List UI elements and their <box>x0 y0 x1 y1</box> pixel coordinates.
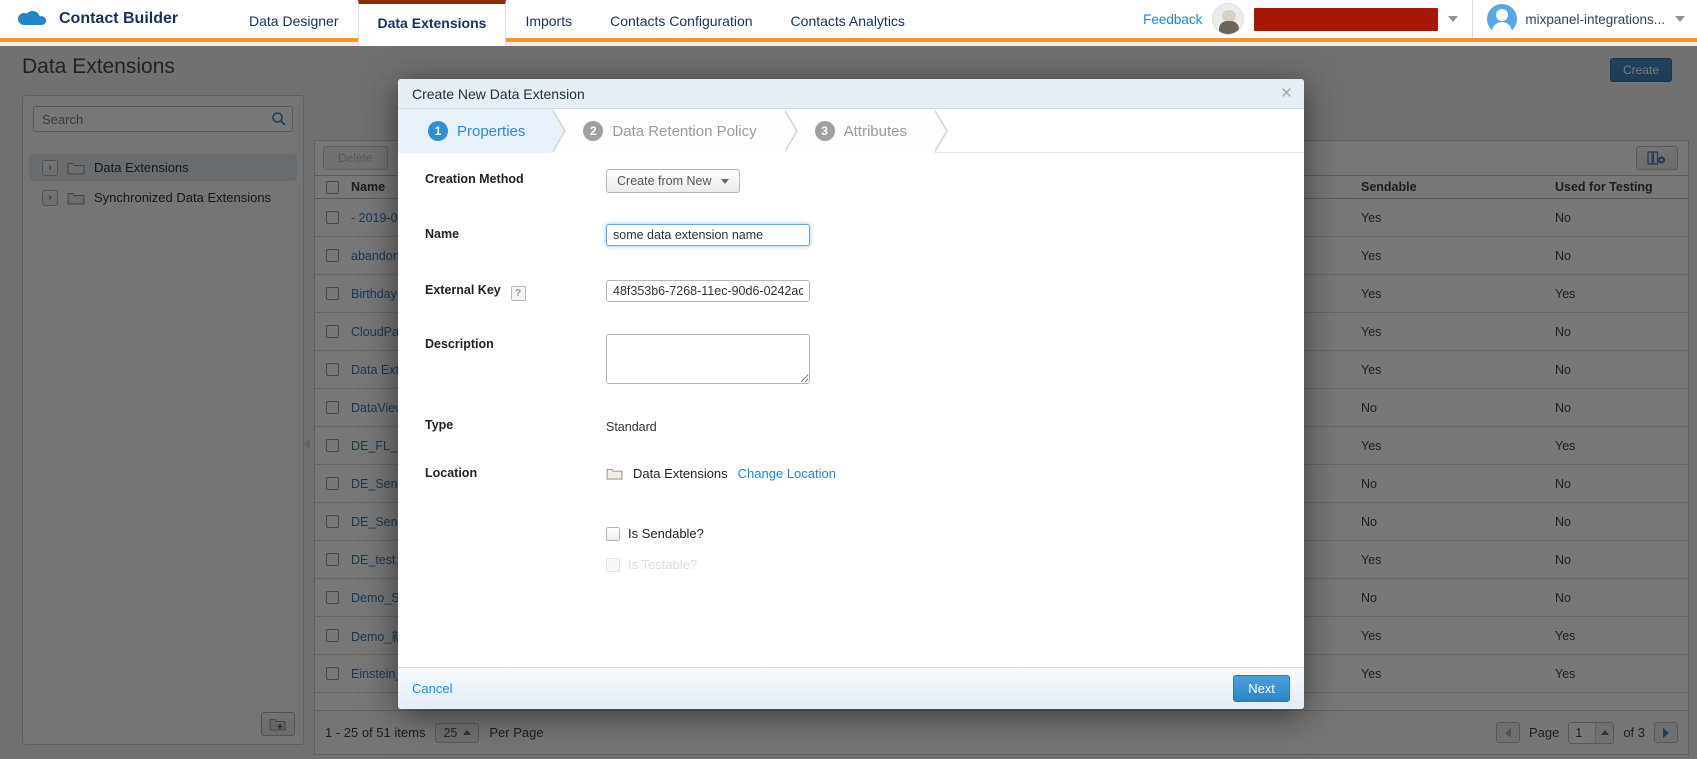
creation-method-dropdown[interactable]: Create from New <box>606 169 740 193</box>
name-input[interactable] <box>606 224 810 246</box>
creation-method-value: Create from New <box>617 174 711 188</box>
user-menu[interactable]: mixpanel-integrations... <box>1487 4 1665 34</box>
create-data-extension-modal: Create New Data Extension 1 Properties 2… <box>398 79 1304 709</box>
is-testable-checkbox <box>606 558 620 572</box>
nav-tabs: Data Designer Data Extensions Imports Co… <box>230 0 924 38</box>
tab-contacts-configuration[interactable]: Contacts Configuration <box>591 0 771 38</box>
step-label: Attributes <box>844 123 907 140</box>
cloud-logo-icon <box>14 7 50 31</box>
user-chevron-down-icon[interactable] <box>1675 16 1685 22</box>
redacted-account-block <box>1254 8 1438 31</box>
is-sendable-row: Is Sendable? <box>606 526 704 541</box>
cancel-button[interactable]: Cancel <box>412 681 452 696</box>
folder-icon <box>606 467 623 480</box>
top-nav: Contact Builder Data Designer Data Exten… <box>0 0 1697 42</box>
step-number: 1 <box>428 121 448 141</box>
step-data-retention-policy[interactable]: 2 Data Retention Policy <box>553 109 784 153</box>
tab-data-designer[interactable]: Data Designer <box>230 0 358 38</box>
type-value: Standard <box>606 420 657 434</box>
modal-footer: Cancel Next <box>398 667 1304 709</box>
is-sendable-checkbox[interactable] <box>606 527 620 541</box>
change-location-link[interactable]: Change Location <box>738 466 836 481</box>
nav-right: Feedback mixpanel-integrations... <box>1143 0 1697 38</box>
wizard-steps: 1 Properties 2 Data Retention Policy 3 A… <box>398 109 1304 153</box>
description-textarea[interactable] <box>606 334 810 384</box>
step-attributes[interactable]: 3 Attributes <box>785 109 935 153</box>
is-testable-label: Is Testable? <box>628 557 697 572</box>
chevron-down-icon[interactable] <box>1448 16 1458 22</box>
tab-contacts-analytics[interactable]: Contacts Analytics <box>772 0 924 38</box>
app-brand: Contact Builder <box>0 0 230 38</box>
help-icon[interactable] <box>511 286 526 301</box>
step-number: 2 <box>583 121 603 141</box>
step-label: Data Retention Policy <box>612 123 756 140</box>
location-label: Location <box>425 466 477 480</box>
modal-header: Create New Data Extension <box>398 79 1304 109</box>
user-avatar-icon <box>1487 4 1517 34</box>
user-name: mixpanel-integrations... <box>1525 12 1665 27</box>
external-key-input[interactable] <box>606 280 810 302</box>
tab-data-extensions[interactable]: Data Extensions <box>358 0 507 46</box>
step-properties[interactable]: 1 Properties <box>398 109 553 153</box>
app-title: Contact Builder <box>59 10 178 28</box>
nav-divider <box>1472 0 1473 38</box>
creation-method-label: Creation Method <box>425 172 524 186</box>
modal-title: Create New Data Extension <box>412 86 585 102</box>
name-label: Name <box>425 227 459 241</box>
next-button[interactable]: Next <box>1233 675 1290 702</box>
feedback-link[interactable]: Feedback <box>1143 12 1202 27</box>
is-sendable-label: Is Sendable? <box>628 526 704 541</box>
external-key-label: External Key <box>425 283 526 301</box>
close-icon[interactable] <box>1281 82 1292 106</box>
modal-body: Creation Method Create from New Name Ext… <box>398 153 1304 667</box>
einstein-avatar[interactable] <box>1212 3 1244 35</box>
type-label: Type <box>425 418 453 432</box>
tab-imports[interactable]: Imports <box>506 0 591 38</box>
description-label: Description <box>425 337 494 351</box>
step-label: Properties <box>457 123 525 140</box>
is-testable-row: Is Testable? <box>606 557 697 572</box>
caret-down-icon <box>721 179 729 184</box>
step-number: 3 <box>815 121 835 141</box>
location-value: Data Extensions <box>633 466 728 481</box>
